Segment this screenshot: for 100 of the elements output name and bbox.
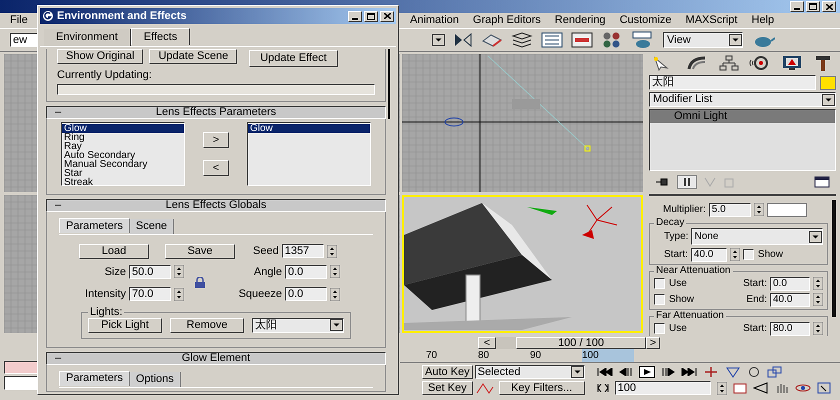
rollout-header[interactable]: – Glow Element — [46, 352, 386, 364]
tab[interactable]: Parameters — [59, 370, 130, 386]
update-scene-button[interactable]: Update Scene — [149, 49, 238, 64]
number-field[interactable]: 80.0 — [770, 322, 810, 336]
time-config-icon[interactable] — [732, 382, 747, 394]
time-prev-button[interactable]: < — [478, 337, 496, 349]
pan-icon[interactable] — [702, 366, 719, 378]
spinner-arrows-icon[interactable] — [813, 293, 823, 306]
menu-item[interactable]: Customize — [620, 12, 672, 29]
minimize-button[interactable] — [348, 10, 362, 22]
light-dropdown[interactable]: 太阳 — [252, 318, 344, 332]
add-effect-button[interactable]: > — [203, 132, 229, 148]
tab[interactable]: Effects — [130, 28, 190, 45]
selection-dropdown[interactable]: Selected — [474, 365, 585, 379]
menu-item[interactable]: Graph Editors — [472, 12, 541, 29]
field-of-view-icon[interactable] — [724, 366, 741, 378]
color-swatch[interactable] — [820, 76, 836, 90]
tab[interactable]: Scene — [130, 219, 174, 234]
menu-item[interactable]: Rendering — [554, 12, 606, 29]
list-item[interactable]: Streak — [62, 178, 184, 187]
spinner-arrows-icon[interactable] — [754, 203, 764, 216]
stack-item[interactable]: Omni Light — [650, 110, 835, 123]
view-dropdown[interactable]: View — [663, 32, 743, 48]
list-item[interactable]: Ray — [62, 142, 184, 151]
list-item[interactable]: Glow — [62, 124, 184, 133]
next-frame-icon[interactable] — [660, 368, 675, 376]
go-to-start-icon[interactable] — [596, 368, 613, 376]
number-field[interactable]: 40.0 — [690, 248, 727, 262]
light-color-swatch[interactable] — [766, 202, 807, 216]
object-name-field[interactable]: 太阳 — [649, 75, 816, 90]
spinner-arrows-icon[interactable] — [174, 265, 184, 278]
scrollbar[interactable] — [832, 200, 836, 317]
number-field[interactable]: 0.0 — [285, 287, 327, 302]
checkbox[interactable] — [654, 323, 665, 334]
key-curve-icon[interactable] — [474, 381, 495, 395]
available-effects-list[interactable]: Glow Ring Ray Auto Secondary Manual Secondary Star Streak — [61, 122, 185, 186]
lock-icon[interactable] — [194, 277, 206, 289]
scrollbar-thumb[interactable] — [388, 49, 390, 119]
windows-icon[interactable] — [766, 366, 783, 378]
time-next-button[interactable]: > — [646, 337, 660, 349]
remove-light-button[interactable]: Remove — [170, 318, 244, 332]
menu-item[interactable]: Help — [752, 12, 774, 29]
bar-icon[interactable] — [677, 175, 697, 189]
pick-light-button[interactable]: Pick Light — [88, 318, 162, 332]
update-effect-button[interactable]: Update Effect — [249, 50, 338, 67]
toolbar-field[interactable]: ew — [10, 33, 40, 47]
tab[interactable]: Parameters — [59, 218, 130, 233]
key-mode-icon[interactable] — [596, 384, 609, 392]
number-field[interactable]: 0.0 — [770, 276, 810, 290]
list-item[interactable]: Auto Secondary — [62, 151, 184, 160]
rollout-header[interactable]: – Lens Effects Globals — [46, 199, 386, 212]
list-item[interactable]: Star — [62, 169, 184, 178]
panel-icon[interactable] — [571, 32, 593, 48]
play-icon[interactable] — [638, 366, 655, 378]
spinner-arrows-icon[interactable] — [813, 277, 823, 290]
checkbox[interactable] — [654, 294, 665, 305]
spinner-arrows-icon[interactable] — [813, 322, 823, 335]
modifier-stack[interactable]: Omni Light — [649, 109, 836, 171]
auto-key-button[interactable]: Auto Key — [422, 365, 473, 379]
hierarchy-icon[interactable] — [718, 55, 740, 71]
list-icon[interactable] — [541, 32, 563, 48]
spinner-arrows-icon[interactable] — [326, 244, 337, 258]
remove-effect-button[interactable]: < — [203, 160, 229, 176]
spinner-arrows-icon[interactable] — [730, 248, 740, 261]
number-field[interactable]: 70.0 — [129, 287, 171, 302]
spinner-arrows-icon[interactable] — [716, 382, 727, 394]
key-filters-button[interactable]: Key Filters... — [498, 381, 585, 395]
spinner-arrows-icon[interactable] — [330, 288, 340, 301]
list-item[interactable]: Ring — [62, 133, 184, 142]
rollout-header[interactable]: – Lens Effects Parameters — [46, 106, 386, 119]
layers-icon[interactable] — [511, 32, 533, 48]
go-to-end-icon[interactable] — [680, 368, 697, 376]
collapse-toggle[interactable]: – — [55, 107, 65, 118]
modifier-list-dropdown[interactable]: Modifier List — [649, 92, 836, 107]
maximize-button[interactable] — [364, 10, 378, 22]
close-button[interactable] — [380, 10, 394, 22]
orbit-icon[interactable] — [794, 382, 811, 394]
number-field[interactable]: 5.0 — [708, 202, 751, 216]
close-button[interactable] — [822, 1, 836, 12]
list-item[interactable]: Manual Secondary — [62, 160, 184, 169]
set-key-button[interactable]: Set Key — [422, 381, 473, 395]
minimize-button[interactable] — [790, 1, 804, 12]
frame-field[interactable]: 100 — [614, 381, 711, 395]
tab[interactable]: Options — [130, 372, 181, 386]
spinner-arrows-icon[interactable] — [174, 288, 184, 301]
timeline-ruler[interactable]: 70 80 90 100 — [400, 349, 840, 363]
maximize-button[interactable] — [806, 1, 820, 12]
collapse-toggle[interactable]: – — [55, 352, 65, 364]
config-icon[interactable] — [814, 176, 830, 188]
show-original-button[interactable]: Show Original — [57, 49, 144, 64]
decay-type-dropdown[interactable]: None — [691, 228, 823, 245]
load-button[interactable]: Load — [79, 244, 149, 259]
number-field[interactable]: 0.0 — [285, 264, 327, 279]
menu-item[interactable]: Animation — [410, 12, 459, 29]
number-field[interactable]: 50.0 — [129, 264, 171, 279]
list-item[interactable]: Glow — [248, 124, 370, 133]
number-field[interactable]: 40.0 — [770, 292, 810, 306]
spinner-arrows-icon[interactable] — [330, 265, 340, 278]
save-button[interactable]: Save — [165, 244, 235, 259]
previous-frame-icon[interactable] — [618, 368, 633, 376]
